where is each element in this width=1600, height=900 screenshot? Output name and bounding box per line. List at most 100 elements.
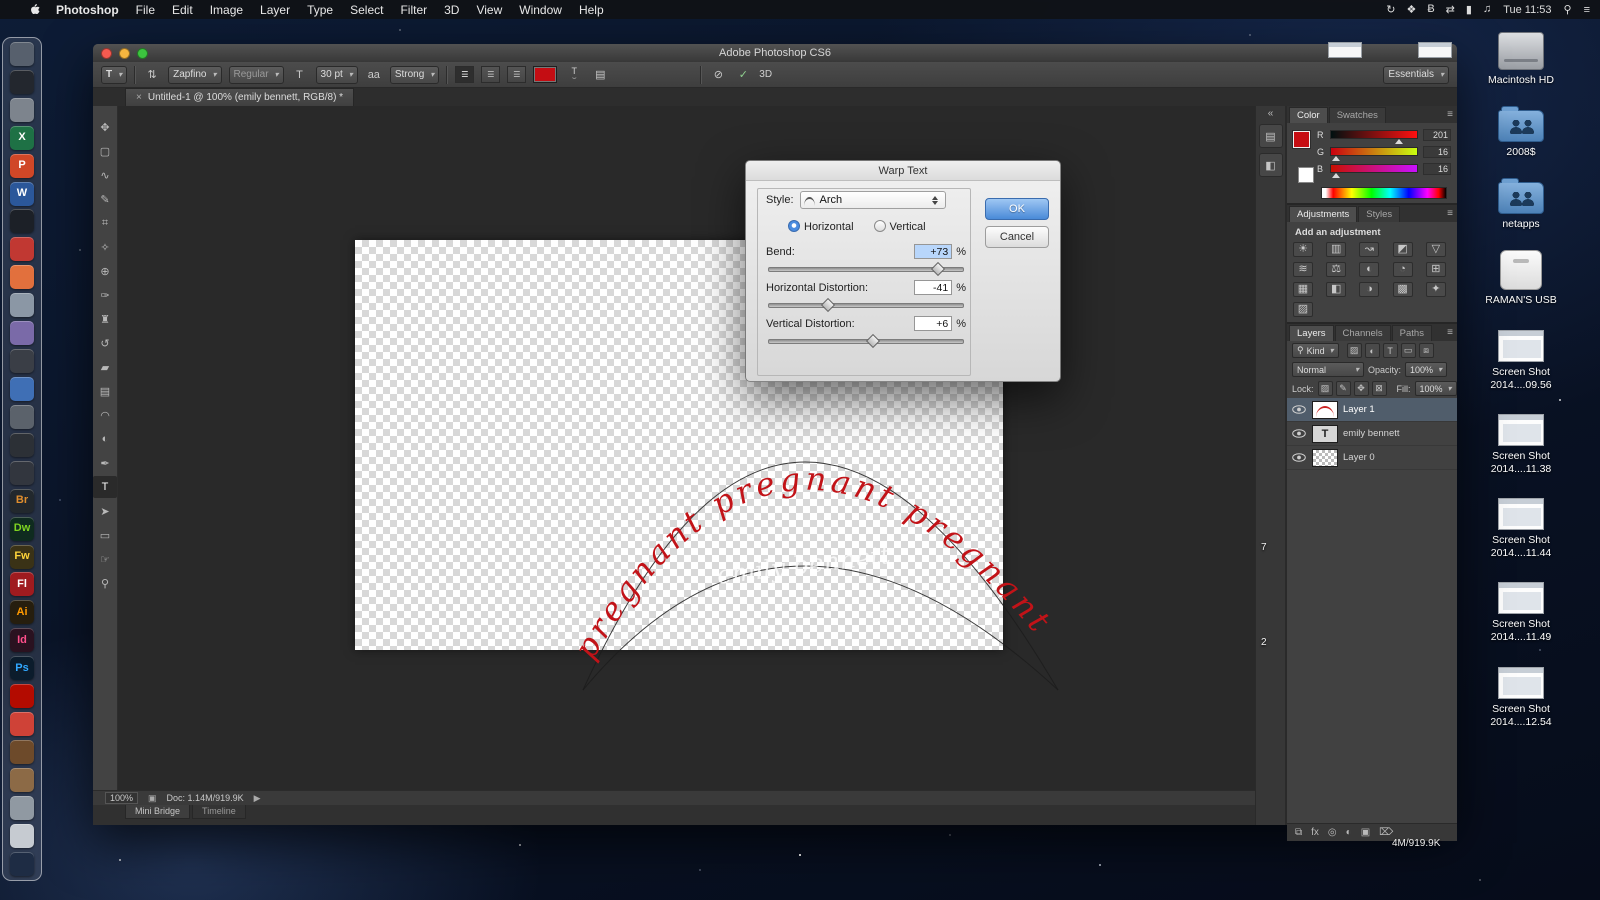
marquee-tool[interactable]: ▢ [93,140,117,162]
adjustment-icon[interactable]: ◩ [1392,242,1413,257]
foreground-color-swatch[interactable] [1293,131,1310,148]
zoom-level-field[interactable]: 100% [105,792,139,804]
ghost-text-layer[interactable]: emily bennett [715,540,893,590]
app-red[interactable] [10,237,34,262]
lock-icon[interactable]: ✥ [1353,381,1369,396]
quick-selection-tool[interactable]: ✎ [93,188,117,210]
warp-slider-thumb[interactable] [820,297,835,313]
adjustment-icon[interactable]: ⚖ [1326,262,1347,277]
dreamweaver[interactable]: Dw [10,516,34,541]
tab-layers[interactable]: Layers [1289,325,1334,341]
menu-item[interactable]: Type [307,3,333,17]
app-violet[interactable] [10,321,34,346]
layers-footer-icon[interactable]: fx [1311,827,1319,838]
text-color-swatch[interactable] [533,66,558,83]
layer-visibility-eye-icon[interactable] [1291,453,1307,462]
move-tool[interactable]: ✥ [93,116,117,138]
warp-style-select[interactable]: Arch [799,191,946,209]
align-center-button[interactable]: ☰ [481,66,501,83]
tab-color[interactable]: Color [1289,107,1328,123]
folder-2008[interactable]: 2008$ [1465,106,1577,159]
app-steel[interactable] [10,404,34,429]
channel-slider[interactable] [1330,147,1418,161]
screenshot-1138[interactable]: Screen Shot 2014....11.38 [1465,411,1577,476]
app-red-2[interactable] [10,712,34,737]
layer-filter-icon[interactable]: ▭ [1400,343,1416,358]
adjustment-icon[interactable]: ↝ [1359,242,1380,257]
zoom-tool[interactable]: ⚲ [93,572,117,594]
layer-row[interactable]: Layer 0 [1287,446,1457,470]
layer-thumbnail[interactable] [1312,424,1338,443]
channel-slider-thumb[interactable] [1332,156,1341,161]
app-brown[interactable] [10,739,34,764]
channel-slider-thumb[interactable] [1394,139,1403,144]
bottom-tab[interactable]: Timeline [192,805,246,819]
word[interactable]: W [10,181,34,206]
warp-value-field[interactable]: +73 [914,244,953,259]
channel-value-field[interactable]: 16 [1423,162,1451,175]
apple-menu-icon[interactable] [28,2,42,17]
adjustment-icon[interactable]: ☀ [1293,242,1313,257]
menu-item[interactable]: Select [350,3,383,17]
screenshot-0956[interactable]: Screen Shot 2014....09.56 [1465,327,1577,392]
partial-desktop-icon[interactable] [1418,42,1452,58]
window-titlebar[interactable]: Adobe Photoshop CS6 [93,44,1457,63]
channel-slider-thumb[interactable] [1332,173,1341,178]
powerpoint[interactable]: P [10,153,34,178]
bottom-tab[interactable]: Mini Bridge [125,805,191,819]
app-orange[interactable] [10,265,34,290]
lock-icon[interactable]: ✎ [1335,381,1351,396]
app-gray[interactable] [10,795,34,820]
layer-visibility-eye-icon[interactable] [1291,429,1307,438]
opacity-select[interactable]: 100% ▾ [1405,362,1448,377]
panel-menu-icon[interactable]: ≡ [1447,327,1453,338]
lasso-tool[interactable]: ∿ [93,164,117,186]
warp-text-button[interactable]: T ⌣ [564,66,584,83]
tool-preset-picker[interactable]: T ▾ [101,65,128,84]
layer-filter-icon[interactable]: T [1382,343,1398,358]
bridge[interactable]: Br [10,488,34,513]
menu-status-icon[interactable]: Ƀ [1427,3,1434,16]
indesign[interactable]: Id [10,628,34,653]
notification-center-icon[interactable]: ≡ [1584,4,1590,16]
menu-item[interactable]: Photoshop [56,3,119,17]
close-document-icon[interactable]: × [136,92,142,103]
layers-footer-icon[interactable]: ⌦ [1379,827,1393,838]
screenshot-1254[interactable]: Screen Shot 2014....12.54 [1465,664,1577,729]
lock-icon[interactable]: ▨ [1317,381,1333,396]
screenshot-1144[interactable]: Screen Shot 2014....11.44 [1465,495,1577,560]
blend-mode-select[interactable]: Normal ▾ [1292,362,1364,377]
layer-row[interactable]: Layer 1 [1287,398,1457,422]
adjustment-icon[interactable]: ◐ [1359,262,1380,277]
layers-footer-icon[interactable]: ◐ [1346,827,1352,838]
fireworks[interactable]: Fw [10,544,34,569]
ramans-usb[interactable]: RAMAN'S USB [1465,250,1577,307]
font-style-select[interactable]: Regular ▾ [228,65,284,84]
app-graphite[interactable] [10,349,34,374]
adjustment-icon[interactable]: ▨ [1293,302,1313,317]
layer-row[interactable]: emily bennett [1287,422,1457,446]
cancel-button[interactable]: Cancel [985,226,1049,248]
tab-styles[interactable]: Styles [1358,206,1401,222]
adjustment-icon[interactable]: ▩ [1392,282,1413,297]
adjustment-icon[interactable]: ◧ [1326,282,1347,297]
menu-clock[interactable]: Tue 11:53 [1503,4,1551,16]
menu-status-icon[interactable]: ▮ [1466,3,1472,16]
spotlight-search-icon[interactable]: ⚲ [1564,3,1572,16]
panel-menu-icon[interactable]: ≡ [1447,208,1453,219]
workspace-select[interactable]: Essentials ▾ [1383,65,1449,84]
background-color-swatch[interactable] [1298,167,1314,183]
blur-tool[interactable]: ◠ [93,404,117,426]
folder-netapps[interactable]: netapps [1465,178,1577,231]
adjustment-icon[interactable]: ▽ [1425,242,1446,257]
eyedropper-tool[interactable]: ✧ [93,236,117,258]
adjustment-icon[interactable]: ◑ [1359,282,1380,297]
healing-brush-tool[interactable]: ⊕ [93,260,117,282]
channel-slider[interactable] [1330,164,1418,178]
app-grid[interactable] [10,41,34,66]
acrobat[interactable] [10,684,34,709]
brush-tool[interactable]: ✑ [93,284,117,306]
layers-footer-icon[interactable]: ◎ [1328,827,1337,838]
warp-value-field[interactable]: +6 [914,316,953,331]
tab-swatches[interactable]: Swatches [1328,107,1386,123]
